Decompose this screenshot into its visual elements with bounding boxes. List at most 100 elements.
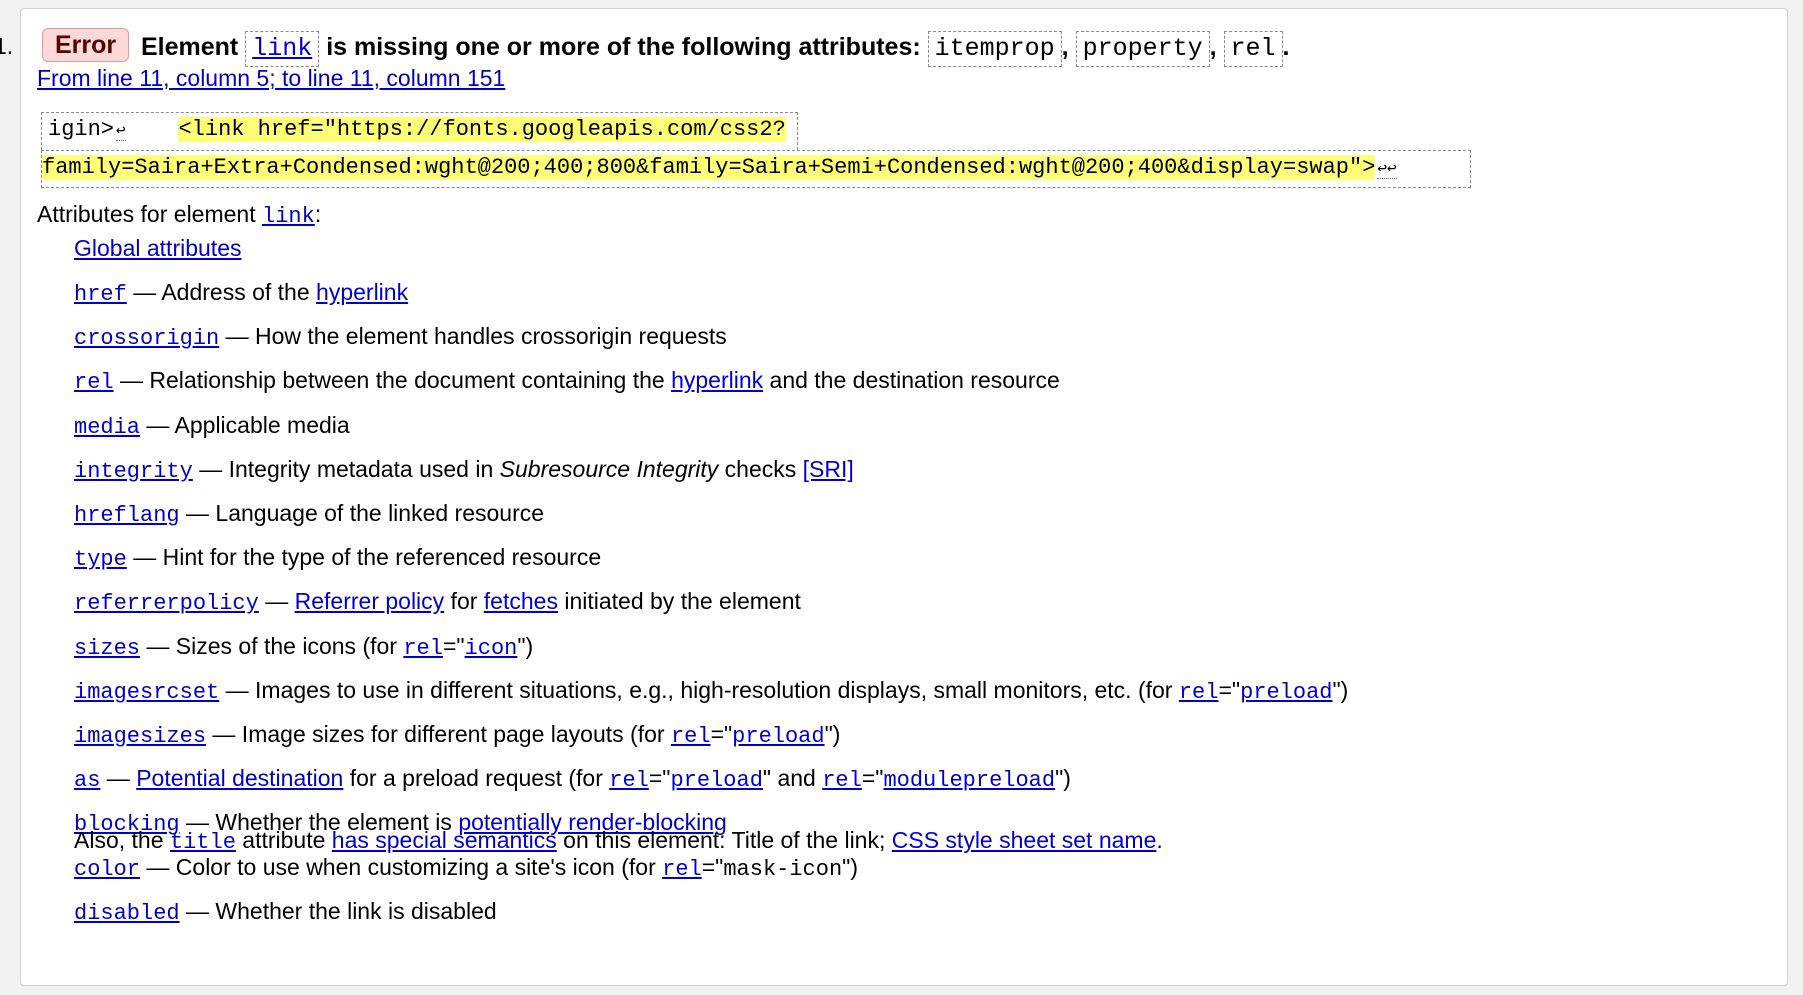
attr-description-text: " and — [762, 765, 823, 792]
attr-name-link[interactable]: disabled — [74, 901, 180, 926]
extract-highlight-1: <link href="https://fonts.googleapis.com… — [178, 117, 786, 142]
attr-description-text: =" — [648, 765, 671, 792]
attr-description-text: — Whether the link is disabled — [179, 897, 497, 924]
description-link[interactable]: Referrer policy — [295, 588, 445, 614]
code-link[interactable]: rel — [403, 636, 443, 661]
location-link[interactable]: From line 11, column 5; to line 11, colu… — [37, 63, 505, 93]
attr-description-text: — Language of the linked resource — [179, 500, 545, 526]
attr-description-text: ") — [1055, 765, 1071, 792]
attr-name-link[interactable]: imagesrcset — [74, 680, 219, 705]
source-extract-line-1: igin> ↩ <link href="https://fonts.googlea… — [41, 112, 798, 150]
extract-highlight-2: family=Saira+Extra+Condensed:wght@200;40… — [42, 155, 1376, 180]
css-style-sheet-set-name-link[interactable]: CSS style sheet set name — [892, 827, 1157, 853]
attr-row-href: href — Address of the hyperlink — [74, 277, 408, 310]
attr-name-link[interactable]: media — [74, 415, 140, 440]
also-mid: attribute — [235, 827, 332, 853]
msg-element-text: Element — [141, 33, 239, 61]
attr-name-link[interactable]: imagesizes — [74, 724, 206, 749]
error-badge: Error — [42, 28, 130, 62]
also-note: Also, the title attribute has special se… — [74, 825, 1163, 858]
period: . — [1282, 33, 1290, 61]
also-prefix: Also, the — [74, 827, 170, 853]
attr-row-hreflang: hreflang — Language of the linked resour… — [74, 498, 544, 531]
attr-name-link[interactable]: integrity — [74, 459, 193, 484]
attr-description-text: ") — [1332, 676, 1349, 703]
element-name-link[interactable]: link — [245, 31, 320, 67]
also-text: on this element: Title of the link; — [556, 827, 892, 853]
code-link[interactable]: preload — [1240, 680, 1332, 705]
attr-row-as: as — Potential destination for a preload… — [74, 763, 1071, 796]
colon: : — [314, 201, 322, 227]
attr-row-referrerpolicy: referrerpolicy — Referrer policy for fet… — [74, 586, 801, 619]
attr-description-text: — Address of the — [126, 279, 317, 305]
attr-description-text: — Hint for the type of the referenced re… — [126, 544, 602, 571]
attr-description-text: =" — [1218, 676, 1241, 703]
italic-term: Subresource Integrity — [499, 455, 719, 482]
attr-description-text: — — [258, 588, 295, 615]
attr-row-imagesrcset: imagesrcset — Images to use in different… — [74, 675, 1348, 708]
attr-row-rel: rel — Relationship between the document … — [74, 365, 1060, 398]
description-link[interactable]: hyperlink — [316, 279, 408, 305]
attr-name-link[interactable]: sizes — [74, 636, 140, 661]
attr-name-link[interactable]: hreflang — [74, 503, 180, 528]
validator-message-panel: Error Element link is missing one or mor… — [20, 8, 1788, 986]
attr-name-link[interactable]: rel — [74, 370, 114, 395]
attr-description-text: — Applicable media — [140, 411, 350, 438]
attr-row-imagesizes: imagesizes — Image sizes for different p… — [74, 719, 840, 752]
attr-name-link[interactable]: href — [74, 282, 127, 307]
attr-row-media: media — Applicable media — [74, 410, 350, 443]
description-link[interactable]: Potential destination — [136, 765, 343, 791]
element-link[interactable]: link — [262, 204, 315, 229]
code-link[interactable]: rel — [609, 768, 649, 793]
attr-description-text: =" — [861, 765, 884, 792]
attr-description-text: — Sizes of the icons (for — [140, 632, 404, 659]
list-item-number: 1. — [0, 33, 14, 59]
attr-description-text: and the destination resource — [763, 367, 1060, 394]
code-link[interactable]: modulepreload — [883, 768, 1055, 793]
inline-code: mask-icon — [723, 856, 843, 882]
separator: , — [1061, 33, 1069, 61]
msg-missing-text: is missing one or more of the following … — [326, 33, 921, 61]
code-link[interactable]: rel — [822, 768, 862, 793]
separator: , — [1209, 33, 1217, 61]
code-link[interactable]: rel — [1179, 680, 1219, 705]
attr-description-text: — Image sizes for different page layouts… — [206, 721, 671, 747]
attr-description-text: — Integrity metadata used in — [192, 455, 500, 482]
line-break-marker: ↩ — [116, 122, 126, 141]
attr-name-link[interactable]: as — [74, 768, 100, 793]
attr-description-text: — Images to use in different situations,… — [219, 676, 1179, 703]
attr-name-link[interactable]: referrerpolicy — [74, 591, 259, 616]
code-link[interactable]: rel — [671, 724, 711, 749]
attr-name-link[interactable]: crossorigin — [74, 326, 219, 351]
attr-description-text: — How the element handles crossorigin re… — [219, 323, 727, 350]
attributes-intro-text: Attributes for element — [37, 201, 256, 227]
description-link[interactable]: hyperlink — [671, 367, 763, 393]
attributes-intro: Attributes for element link: — [37, 199, 321, 232]
code-link[interactable]: icon — [465, 636, 518, 661]
attr-description-text: =" — [442, 632, 465, 659]
code-link[interactable]: rel — [662, 857, 702, 882]
attr-name-link[interactable]: type — [74, 547, 127, 572]
attr-description-text: initiated by the element — [557, 588, 801, 615]
extract-prefix: igin> — [48, 117, 115, 142]
attr-description-text: ") — [824, 721, 841, 747]
code-link[interactable]: preload — [670, 768, 762, 793]
attr-description-text: =" — [710, 721, 733, 747]
description-link[interactable]: fetches — [484, 588, 558, 614]
attr-row-sizes: sizes — Sizes of the icons (for rel="ico… — [74, 631, 533, 664]
line-break-marker: ↩↩ — [1377, 160, 1397, 179]
code-link[interactable]: preload — [732, 724, 824, 749]
attr-row-type: type — Hint for the type of the referenc… — [74, 542, 601, 575]
attr-property: property — [1075, 31, 1210, 67]
attr-description-text: ") — [517, 632, 534, 659]
attr-row-integrity: integrity — Integrity metadata used in S… — [74, 454, 854, 487]
special-semantics-link[interactable]: has special semantics — [332, 827, 557, 853]
attr-description-text: for — [444, 588, 484, 615]
title-attr-link[interactable]: title — [170, 830, 236, 855]
attr-description-text: for a preload request (for — [343, 765, 610, 792]
global-attributes-link[interactable]: Global attributes — [74, 233, 241, 263]
description-link[interactable]: [SRI] — [803, 456, 854, 482]
source-extract-line-2: family=Saira+Extra+Condensed:wght@200;40… — [41, 150, 1471, 188]
attr-name-link[interactable]: color — [74, 857, 140, 882]
attr-row-disabled: disabled — Whether the link is disabled — [74, 896, 497, 929]
